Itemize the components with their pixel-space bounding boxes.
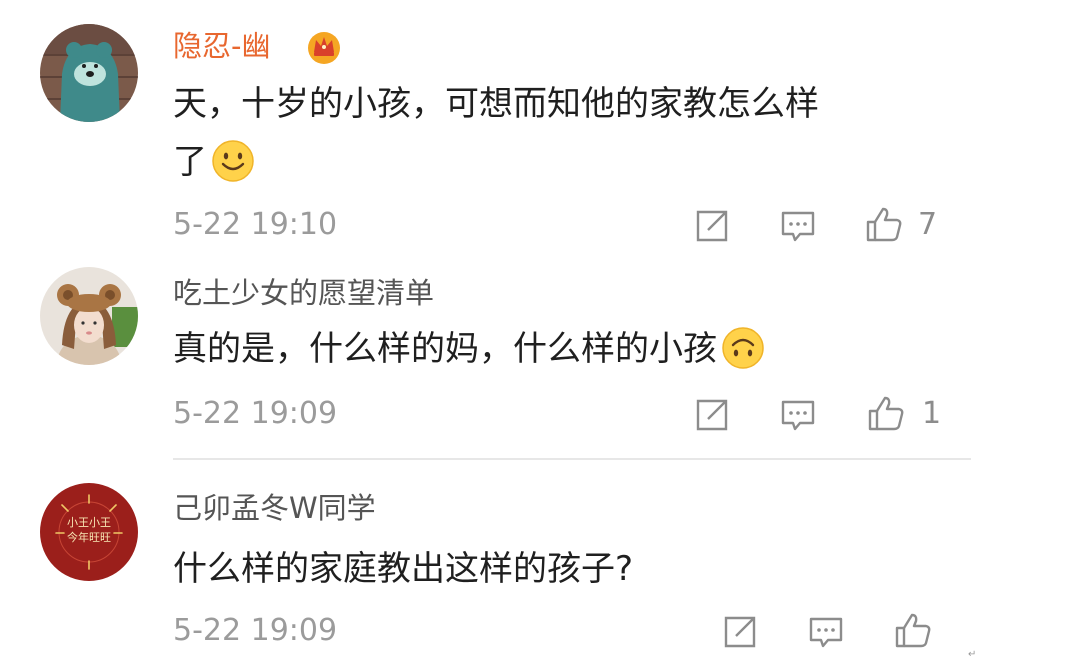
comment-text-line: 天，十岁的小孩，可想而知他的家教怎么样 — [173, 84, 819, 124]
comment-icon[interactable] — [778, 395, 818, 435]
upside-down-face-emoji-icon — [721, 326, 765, 370]
like-icon[interactable] — [864, 204, 904, 244]
like-icon[interactable] — [893, 610, 933, 650]
comment-text: 什么样的家庭教出这样的孩子? — [173, 540, 633, 598]
smile-emoji-icon — [211, 139, 255, 183]
comment-text-line: 真的是，什么样的妈，什么样的小孩 — [173, 320, 765, 378]
comment-text-line-end: 了 — [173, 142, 207, 182]
comment-item: 吃土少女的愿望清单 真的是，什么样的妈，什么样的小孩 5-22 19:09 1 — [0, 250, 1080, 455]
like-count: 7 — [918, 207, 938, 242]
username[interactable]: 吃土少女的愿望清单 — [173, 275, 434, 311]
like-icon[interactable] — [866, 393, 906, 433]
crown-vip-icon — [308, 32, 340, 64]
like-count: 1 — [922, 396, 942, 431]
share-icon[interactable] — [692, 206, 732, 246]
share-icon[interactable] — [720, 612, 760, 652]
avatar-text: 小王小王 今年旺旺 — [40, 515, 138, 545]
comment-text-line: 什么样的家庭教出这样的孩子? — [173, 549, 634, 589]
return-mark: ↵ — [968, 649, 977, 660]
comment-text: 真的是，什么样的妈，什么样的小孩 — [173, 320, 765, 378]
avatar[interactable] — [40, 24, 138, 122]
comment-icon[interactable] — [778, 206, 818, 246]
avatar[interactable] — [40, 267, 138, 365]
comment-text-line-body: 真的是，什么样的妈，什么样的小孩 — [173, 329, 717, 369]
username[interactable]: 隐忍-幽 — [173, 28, 270, 64]
avatar-text-line: 今年旺旺 — [67, 531, 111, 544]
comment-item: 小王小王 今年旺旺 己卯孟冬W同学 什么样的家庭教出这样的孩子? 5-22 19… — [0, 460, 1080, 663]
comment-item: 隐忍-幽 天，十岁的小孩，可想而知他的家教怎么样 了 5-22 19:10 7 — [0, 0, 1080, 250]
timestamp: 5-22 19:10 — [173, 207, 338, 242]
avatar-text-line: 小王小王 — [67, 516, 111, 529]
username[interactable]: 己卯孟冬W同学 — [173, 490, 376, 526]
timestamp: 5-22 19:09 — [173, 396, 338, 431]
comment-text: 天，十岁的小孩，可想而知他的家教怎么样 了 — [173, 75, 819, 191]
comment-icon[interactable] — [806, 612, 846, 652]
share-icon[interactable] — [692, 395, 732, 435]
timestamp: 5-22 19:09 — [173, 613, 338, 648]
comment-text-line: 了 — [173, 133, 819, 191]
avatar[interactable]: 小王小王 今年旺旺 — [40, 483, 138, 581]
